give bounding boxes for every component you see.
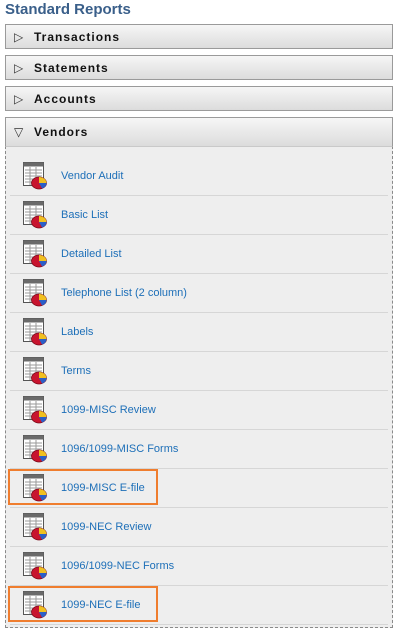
section-header-vendors[interactable]: ▽ Vendors [5,117,393,146]
report-icon[interactable] [23,357,47,385]
section-label: Transactions [34,29,121,44]
report-link[interactable]: 1096/1099-NEC Forms [61,547,174,585]
expand-arrow-icon: ▷ [14,91,24,106]
report-row[interactable]: Detailed List [10,235,388,274]
report-row[interactable]: Telephone List (2 column) [10,274,388,313]
report-row[interactable]: Basic List [10,196,388,235]
section-label: Statements [34,60,109,75]
page-title: Standard Reports [5,1,131,18]
report-row[interactable]: Vendor Audit [10,157,388,196]
report-link[interactable]: Detailed List [61,235,122,273]
report-row[interactable]: 1096/1099-NEC Forms [10,547,388,586]
section-label: Vendors [34,125,89,139]
report-row[interactable]: Terms [10,352,388,391]
expand-arrow-icon: ▷ [14,60,24,75]
report-row[interactable]: 1096/1099-MISC Forms [10,430,388,469]
report-icon[interactable] [23,474,47,502]
expand-arrow-icon: ▷ [14,29,24,44]
report-link[interactable]: Terms [61,352,91,390]
report-icon[interactable] [23,201,47,229]
report-link[interactable]: 1099-MISC Review [61,391,156,429]
report-link[interactable]: Vendor Audit [61,157,123,195]
report-row[interactable]: 1099-MISC E-file [10,469,388,508]
report-icon[interactable] [23,435,47,463]
report-link[interactable]: Basic List [61,196,108,234]
report-icon[interactable] [23,396,47,424]
section-header-accounts[interactable]: ▷ Accounts [5,86,393,111]
report-link[interactable]: Labels [61,313,93,351]
report-icon[interactable] [23,552,47,580]
report-link[interactable]: 1096/1099-MISC Forms [61,430,178,468]
report-icon[interactable] [23,513,47,541]
section-header-transactions[interactable]: ▷ Transactions [5,24,393,49]
report-row[interactable]: 1099-MISC Review [10,391,388,430]
report-row[interactable]: 1099-NEC E-file [10,586,388,625]
report-row[interactable]: 1099-NEC Review [10,508,388,547]
collapse-arrow-icon: ▽ [14,125,24,139]
report-icon[interactable] [23,279,47,307]
report-icon[interactable] [23,318,47,346]
report-link[interactable]: 1099-NEC Review [61,508,151,546]
section-label: Accounts [34,91,97,106]
report-link[interactable]: 1099-NEC E-file [61,586,140,624]
report-row[interactable]: Labels [10,313,388,352]
report-icon[interactable] [23,591,47,619]
report-link[interactable]: Telephone List (2 column) [61,274,187,312]
section-header-statements[interactable]: ▷ Statements [5,55,393,80]
report-icon[interactable] [23,240,47,268]
report-link[interactable]: 1099-MISC E-file [61,469,145,507]
vendors-report-panel: Vendor Audit Basic List Detailed List Te… [5,146,393,628]
report-icon[interactable] [23,162,47,190]
